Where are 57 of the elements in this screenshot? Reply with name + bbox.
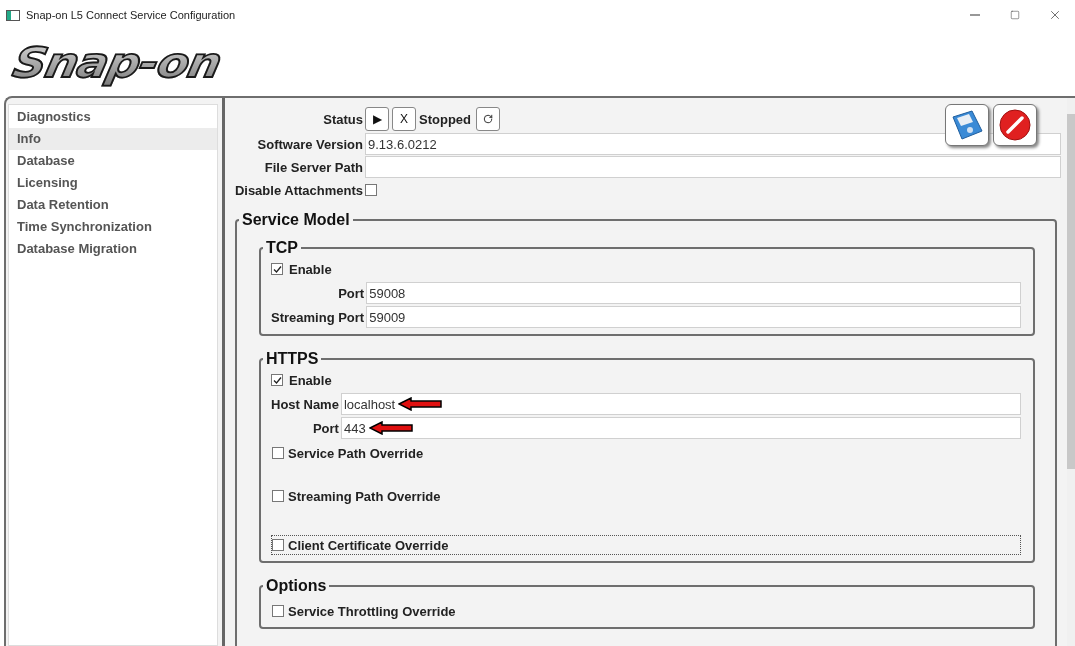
minimize-icon bbox=[970, 14, 980, 16]
field-label: Streaming Port bbox=[271, 309, 366, 325]
input-field[interactable]: 59008 bbox=[366, 282, 1021, 304]
checkbox[interactable] bbox=[272, 490, 284, 502]
status-text: Stopped bbox=[419, 111, 472, 127]
checkbox-row[interactable]: Streaming Path Override bbox=[271, 486, 1021, 506]
input-field[interactable]: 59009 bbox=[366, 306, 1021, 328]
input-field[interactable]: localhost bbox=[340, 393, 1021, 415]
group-title: Options bbox=[265, 577, 328, 595]
sidebar-item[interactable]: Database Migration bbox=[9, 238, 217, 260]
checkbox-row[interactable]: Client Certificate Override bbox=[271, 535, 1021, 555]
checkbox[interactable] bbox=[272, 539, 284, 551]
field-label: Disable Attachments bbox=[233, 182, 364, 198]
field-label: File Server Path bbox=[263, 159, 364, 175]
input-field[interactable]: 9.13.6.0212 bbox=[365, 133, 1061, 155]
group-title: TCP bbox=[265, 239, 299, 257]
checkbox-label: Streaming Path Override bbox=[288, 488, 441, 504]
no-entry-icon bbox=[998, 108, 1032, 142]
checkbox-label: Client Certificate Override bbox=[288, 537, 449, 553]
sidebar-item[interactable]: Database bbox=[9, 150, 217, 172]
checkbox-label: Enable bbox=[289, 261, 332, 277]
sidebar-item[interactable]: Diagnostics bbox=[9, 106, 217, 128]
stop-button[interactable]: X bbox=[392, 107, 416, 131]
checkbox[interactable] bbox=[271, 263, 283, 275]
field-label: Port bbox=[337, 285, 366, 301]
checkbox-label: Service Throttling Override bbox=[288, 603, 456, 619]
checkbox-label: Service Path Override bbox=[288, 445, 424, 461]
checkbox-row[interactable]: Service Path Override bbox=[271, 443, 1021, 463]
sidebar-item[interactable]: Data Retention bbox=[9, 194, 217, 216]
field-label: Host Name bbox=[271, 396, 340, 412]
sidebar-item[interactable]: Info bbox=[9, 128, 217, 150]
checkbox[interactable] bbox=[272, 447, 284, 459]
maximize-icon bbox=[1010, 10, 1020, 20]
sidebar-item[interactable]: Time Synchronization bbox=[9, 216, 217, 238]
field-label: Software Version bbox=[256, 136, 364, 152]
input-field[interactable] bbox=[365, 156, 1061, 178]
sidebar-item[interactable]: Licensing bbox=[9, 172, 217, 194]
group-title: Service Model bbox=[241, 211, 351, 229]
input-field[interactable]: 443 bbox=[340, 417, 1021, 439]
window-title: Snap-on L5 Connect Service Configuration bbox=[26, 9, 237, 21]
cancel-button[interactable] bbox=[993, 104, 1037, 146]
close-icon bbox=[1048, 8, 1062, 22]
checkbox[interactable] bbox=[271, 374, 283, 386]
checkbox-row[interactable]: Service Throttling Override bbox=[271, 601, 1021, 621]
arrow-icon bbox=[398, 397, 443, 411]
app-icon bbox=[6, 9, 20, 21]
arrow-icon bbox=[368, 421, 413, 435]
start-button[interactable]: ▶ bbox=[365, 107, 389, 131]
checkbox[interactable] bbox=[365, 184, 377, 196]
field-label: Port bbox=[311, 420, 340, 436]
checkbox[interactable] bbox=[272, 605, 284, 617]
refresh-button[interactable] bbox=[476, 107, 500, 131]
save-button[interactable] bbox=[945, 104, 989, 146]
refresh-icon bbox=[483, 114, 493, 124]
field-label: Status bbox=[322, 111, 364, 127]
checkbox-label: Enable bbox=[289, 372, 332, 388]
group-title: HTTPS bbox=[265, 350, 320, 368]
